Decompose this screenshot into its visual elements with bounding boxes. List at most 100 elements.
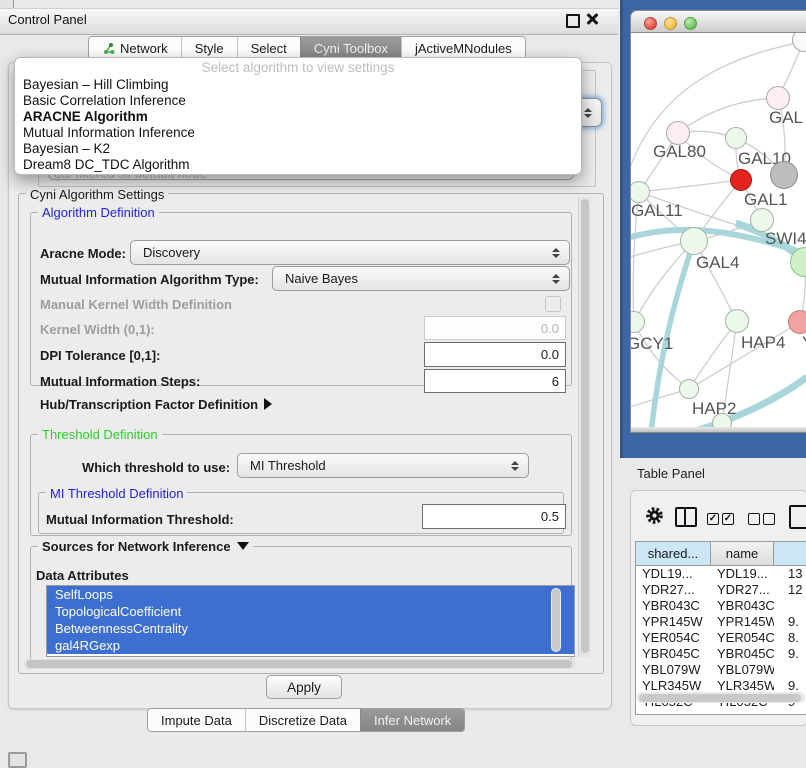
dpi-tolerance-field[interactable]: 0.0: [424, 342, 566, 367]
tab-discretize-data[interactable]: Discretize Data: [245, 709, 360, 731]
table-row[interactable]: YDR27...YDR27...12: [636, 582, 806, 598]
network-node[interactable]: [730, 169, 752, 191]
algorithm-option[interactable]: Bayesian – K2: [15, 141, 581, 157]
tab-select[interactable]: Select: [237, 37, 300, 59]
tab-label: Style: [195, 41, 224, 56]
which-threshold-label: Which threshold to use:: [82, 460, 230, 475]
table-cell: YBR045C: [711, 646, 774, 662]
mi-threshold-label: Mutual Information Threshold:: [46, 512, 234, 527]
attribute-item[interactable]: BetweennessCentrality: [47, 620, 574, 637]
network-node[interactable]: [679, 379, 699, 399]
apply-button[interactable]: Apply: [266, 675, 342, 699]
data-attributes-list: SelfLoopsTopologicalCoefficientBetweenne…: [46, 585, 575, 657]
spinner-arrows-icon: [552, 248, 560, 258]
mi-algorithm-type-label: Mutual Information Algorithm Type:: [40, 272, 259, 287]
algorithm-option[interactable]: Dream8 DC_TDC Algorithm: [15, 157, 581, 173]
sources-toggle[interactable]: Sources for Network Inference: [38, 539, 253, 554]
hub-definition-toggle[interactable]: Hub/Transcription Factor Definition: [40, 397, 272, 412]
network-canvas[interactable]: GALGAL80GAL10GAL1GAL11SWI4GAL4GCY1HAP4YH…: [630, 33, 806, 427]
close-traffic-light-icon[interactable]: [644, 17, 657, 30]
table-cell: YDL19...: [636, 566, 711, 582]
column-header-partial[interactable]: [774, 542, 806, 566]
node-label: GAL4: [696, 253, 739, 273]
network-node[interactable]: [770, 161, 798, 189]
manual-kernel-width-checkbox[interactable]: [545, 296, 561, 312]
network-node[interactable]: [680, 227, 708, 255]
network-window-bottom-frame: [630, 427, 806, 433]
threshold-definition-title: Threshold Definition: [38, 427, 162, 442]
algorithm-option[interactable]: Basic Correlation Inference: [15, 93, 581, 109]
table-row[interactable]: YBL079WYBL079W: [636, 662, 806, 678]
unchecked-checkbox-icon[interactable]: [763, 513, 775, 525]
document-icon[interactable]: [789, 505, 806, 529]
attribute-item[interactable]: SelfLoops: [47, 586, 574, 603]
network-window-titlebar[interactable]: [630, 10, 806, 33]
table-panel: ✓ ✓ shared... name YDL19...YDL19...13YDR…: [630, 490, 806, 726]
attributes-scrollbar[interactable]: [551, 588, 561, 652]
tab-infer-network[interactable]: Infer Network: [360, 709, 464, 731]
table-row[interactable]: YDL19...YDL19...13: [636, 566, 806, 582]
table-row[interactable]: YBR043CYBR043C: [636, 598, 806, 614]
tab-cyni-toolbox[interactable]: Cyni Toolbox: [300, 37, 401, 59]
collapsed-arrow-icon: [264, 398, 272, 410]
settings-horizontal-scrollbar[interactable]: [24, 659, 576, 669]
dpi-tolerance-label: DPI Tolerance [0,1]:: [40, 348, 160, 363]
attribute-item[interactable]: gal4RGexp: [47, 637, 574, 654]
table-row[interactable]: YER054CYER054C8.: [636, 630, 806, 646]
minimized-panel-icon[interactable]: [8, 752, 27, 768]
network-node[interactable]: [725, 127, 747, 149]
network-node[interactable]: [712, 413, 732, 427]
mi-steps-field[interactable]: 6: [424, 369, 566, 393]
split-columns-icon[interactable]: [675, 507, 697, 527]
algorithm-option[interactable]: Bayesian – Hill Climbing: [15, 77, 581, 93]
tab-label: Select: [251, 41, 287, 56]
table-cell: YPR145W: [711, 614, 774, 630]
unchecked-checkbox-icon[interactable]: [748, 513, 760, 525]
kernel-width-field[interactable]: 0.0: [424, 316, 566, 340]
dropdown-placeholder: Select algorithm to view settings: [15, 58, 581, 77]
network-node[interactable]: [766, 86, 790, 110]
tab-label: jActiveMNodules: [415, 41, 512, 56]
close-icon[interactable]: [586, 13, 598, 25]
mi-algorithm-type-value: Naive Bayes: [285, 271, 358, 286]
table-horizontal-scrollbar[interactable]: [637, 692, 805, 703]
node-label: SWI4: [765, 229, 806, 249]
float-window-icon[interactable]: [566, 14, 580, 28]
kernel-width-label: Kernel Width (0,1):: [40, 322, 155, 337]
column-header-name[interactable]: name: [711, 542, 774, 566]
minimize-traffic-light-icon[interactable]: [664, 17, 677, 30]
tab-impute-data[interactable]: Impute Data: [148, 709, 245, 731]
table-cell: 12: [774, 582, 806, 598]
column-header-shared[interactable]: shared...: [636, 542, 711, 566]
mi-threshold-field[interactable]: 0.5: [422, 504, 566, 529]
network-node[interactable]: [725, 309, 749, 333]
attribute-item[interactable]: TopologicalCoefficient: [47, 603, 574, 620]
table-row[interactable]: YBR045CYBR045C9.: [636, 646, 806, 662]
tab-network[interactable]: Network: [89, 37, 181, 59]
algorithm-option[interactable]: ARACNE Algorithm: [15, 109, 581, 125]
table-cell: 9.: [774, 646, 806, 662]
partial-tab-edge: [0, 0, 14, 8]
zoom-traffic-light-icon[interactable]: [684, 17, 697, 30]
algorithm-definition-title: Algorithm Definition: [38, 205, 159, 220]
network-icon: [102, 42, 115, 55]
control-panel-title: Control Panel: [8, 12, 87, 27]
table-cell: 13: [774, 566, 806, 582]
mi-algorithm-type-combo[interactable]: Naive Bayes: [272, 266, 570, 291]
settings-vertical-scrollbar[interactable]: [578, 197, 591, 657]
settings-group-title: Cyni Algorithm Settings: [26, 187, 168, 202]
aracne-mode-combo[interactable]: Discovery: [130, 240, 570, 265]
node-attribute-table: shared... name YDL19...YDL19...13YDR27..…: [635, 541, 806, 715]
tab-jactivemnodules[interactable]: jActiveMNodules: [401, 37, 525, 59]
network-node[interactable]: [788, 310, 806, 334]
table-cell: YDR27...: [711, 582, 774, 598]
table-cell: YBL079W: [636, 662, 711, 678]
which-threshold-combo[interactable]: MI Threshold: [237, 453, 529, 478]
checked-checkbox-icon[interactable]: ✓: [722, 513, 734, 525]
algorithm-option[interactable]: Mutual Information Inference: [15, 125, 581, 141]
tab-style[interactable]: Style: [181, 37, 237, 59]
node-label: GAL11: [631, 201, 683, 221]
table-row[interactable]: YPR145WYPR145W9.: [636, 614, 806, 630]
gear-icon[interactable]: [645, 506, 664, 525]
checked-checkbox-icon[interactable]: ✓: [707, 513, 719, 525]
